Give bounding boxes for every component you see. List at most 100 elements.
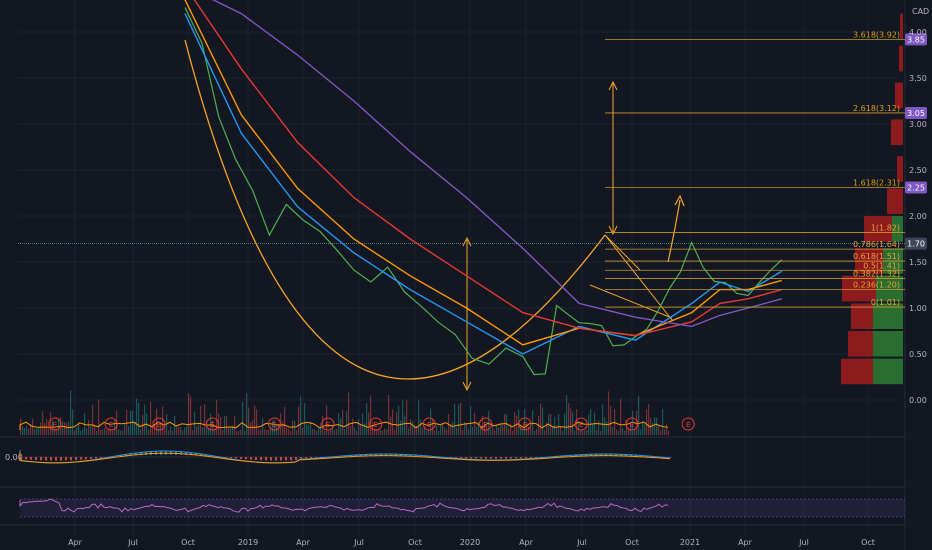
volume-bar [470, 406, 472, 435]
volume-bar [310, 421, 312, 435]
volume-bar [640, 429, 642, 435]
x-tick-0: Apr [68, 538, 83, 547]
volume-bar [176, 426, 178, 435]
volume-bar [40, 422, 42, 435]
vp-down-0 [841, 358, 873, 385]
volume-bar [244, 430, 246, 435]
earnings-letter: E [686, 421, 690, 429]
volume-bar [618, 430, 620, 435]
fib-label-0: 3.618(3.92) [853, 30, 900, 39]
volume-bar [24, 427, 26, 435]
volume-bar [654, 417, 656, 435]
earnings-letter: E [157, 421, 161, 429]
vp-up-0 [873, 358, 903, 385]
fib-label-8: 0.236(1.20) [853, 281, 900, 290]
volume-bar [648, 403, 650, 435]
macd-hist [485, 457, 487, 459]
volume-bar [512, 430, 514, 435]
volume-bar [504, 413, 506, 435]
volume-bar [242, 402, 244, 435]
fib-tag-text-2: 2.25 [907, 183, 925, 192]
volume-bar [580, 430, 582, 435]
volume-bar [200, 405, 202, 435]
volume-bar [592, 424, 594, 435]
volume-bar [646, 409, 648, 435]
volume-bar [120, 430, 122, 435]
volume-bar [440, 424, 442, 435]
volume-bar [420, 419, 422, 435]
volume-bar [168, 430, 170, 435]
earnings-letter: E [579, 421, 583, 429]
volume-bar [542, 407, 544, 435]
volume-bar [620, 398, 622, 435]
volume-bar [318, 428, 320, 435]
vp-up-1 [873, 331, 903, 357]
volume-bar [270, 425, 272, 435]
volume-bar [362, 413, 364, 435]
volume-bar [570, 408, 572, 435]
volume-bar [656, 417, 658, 435]
chart-root: 3.618(3.92) 3.85 2.618(3.12) 3.05 1.618(2.31… [0, 0, 932, 550]
x-tick-11: 2021 [680, 538, 700, 547]
volume-bar [340, 418, 342, 435]
x-tick-10: Oct [625, 538, 639, 547]
x-tick-2: Oct [181, 538, 195, 547]
volume-bar [124, 423, 126, 435]
volume-bar [354, 427, 356, 435]
volume-bar [68, 421, 70, 435]
volume-bar [396, 412, 398, 435]
volume-bar [90, 426, 92, 435]
volume-bar [564, 413, 566, 435]
macd-hist [45, 457, 47, 461]
volume-bar [668, 430, 670, 435]
volume-bar [304, 402, 306, 435]
volume-bar [162, 406, 164, 435]
price-chart[interactable]: 3.618(3.92)3.852.618(3.12)3.051.618(2.31… [0, 0, 932, 550]
volume-bar [624, 430, 626, 435]
volume-bar [74, 430, 76, 435]
volume-bar [150, 401, 152, 435]
volume-bar [22, 426, 24, 435]
macd-hist [30, 457, 32, 460]
macd-hist [275, 457, 277, 461]
volume-bar [294, 421, 296, 435]
volume-bar [468, 429, 470, 435]
volume-bar [48, 427, 50, 435]
macd-hist [270, 457, 272, 461]
fib-label-4: 0.786(1.64) [853, 240, 900, 249]
volume-bar [170, 426, 172, 435]
volume-bar [34, 428, 36, 435]
volume-bar [536, 429, 538, 435]
volume-bar [196, 426, 198, 435]
volume-bar [136, 398, 138, 435]
macd-hist [80, 457, 82, 460]
y-tick-8: 0.00 [909, 396, 927, 405]
macd-hist [100, 457, 102, 459]
volume-bar [356, 430, 358, 435]
volume-bar [330, 430, 332, 435]
volume-bar [638, 396, 640, 435]
earnings-letter: E [483, 421, 487, 429]
y-tick-5: 1.50 [909, 258, 927, 267]
volume-bar [506, 414, 508, 435]
volume-bar [364, 423, 366, 435]
fib-label-2: 1.618(2.31) [853, 178, 900, 187]
macd-hist [55, 457, 57, 461]
y-tick-6: 1.00 [909, 304, 927, 313]
volume-bar [346, 411, 348, 435]
earnings-letter: E [210, 421, 214, 429]
volume-bar [298, 406, 300, 435]
volume-bar [302, 427, 304, 435]
macd-hist [265, 457, 267, 461]
volume-bar [412, 421, 414, 435]
volume-bar [336, 428, 338, 435]
volume-bar [202, 427, 204, 435]
volume-bar [360, 423, 362, 435]
volume-bar [230, 427, 232, 435]
volume-bar [368, 412, 370, 435]
volume-bar [552, 426, 554, 435]
volume-bar [240, 429, 242, 435]
volume-bar [152, 425, 154, 435]
earnings-letter: E [272, 421, 276, 429]
volume-bar [466, 423, 468, 435]
